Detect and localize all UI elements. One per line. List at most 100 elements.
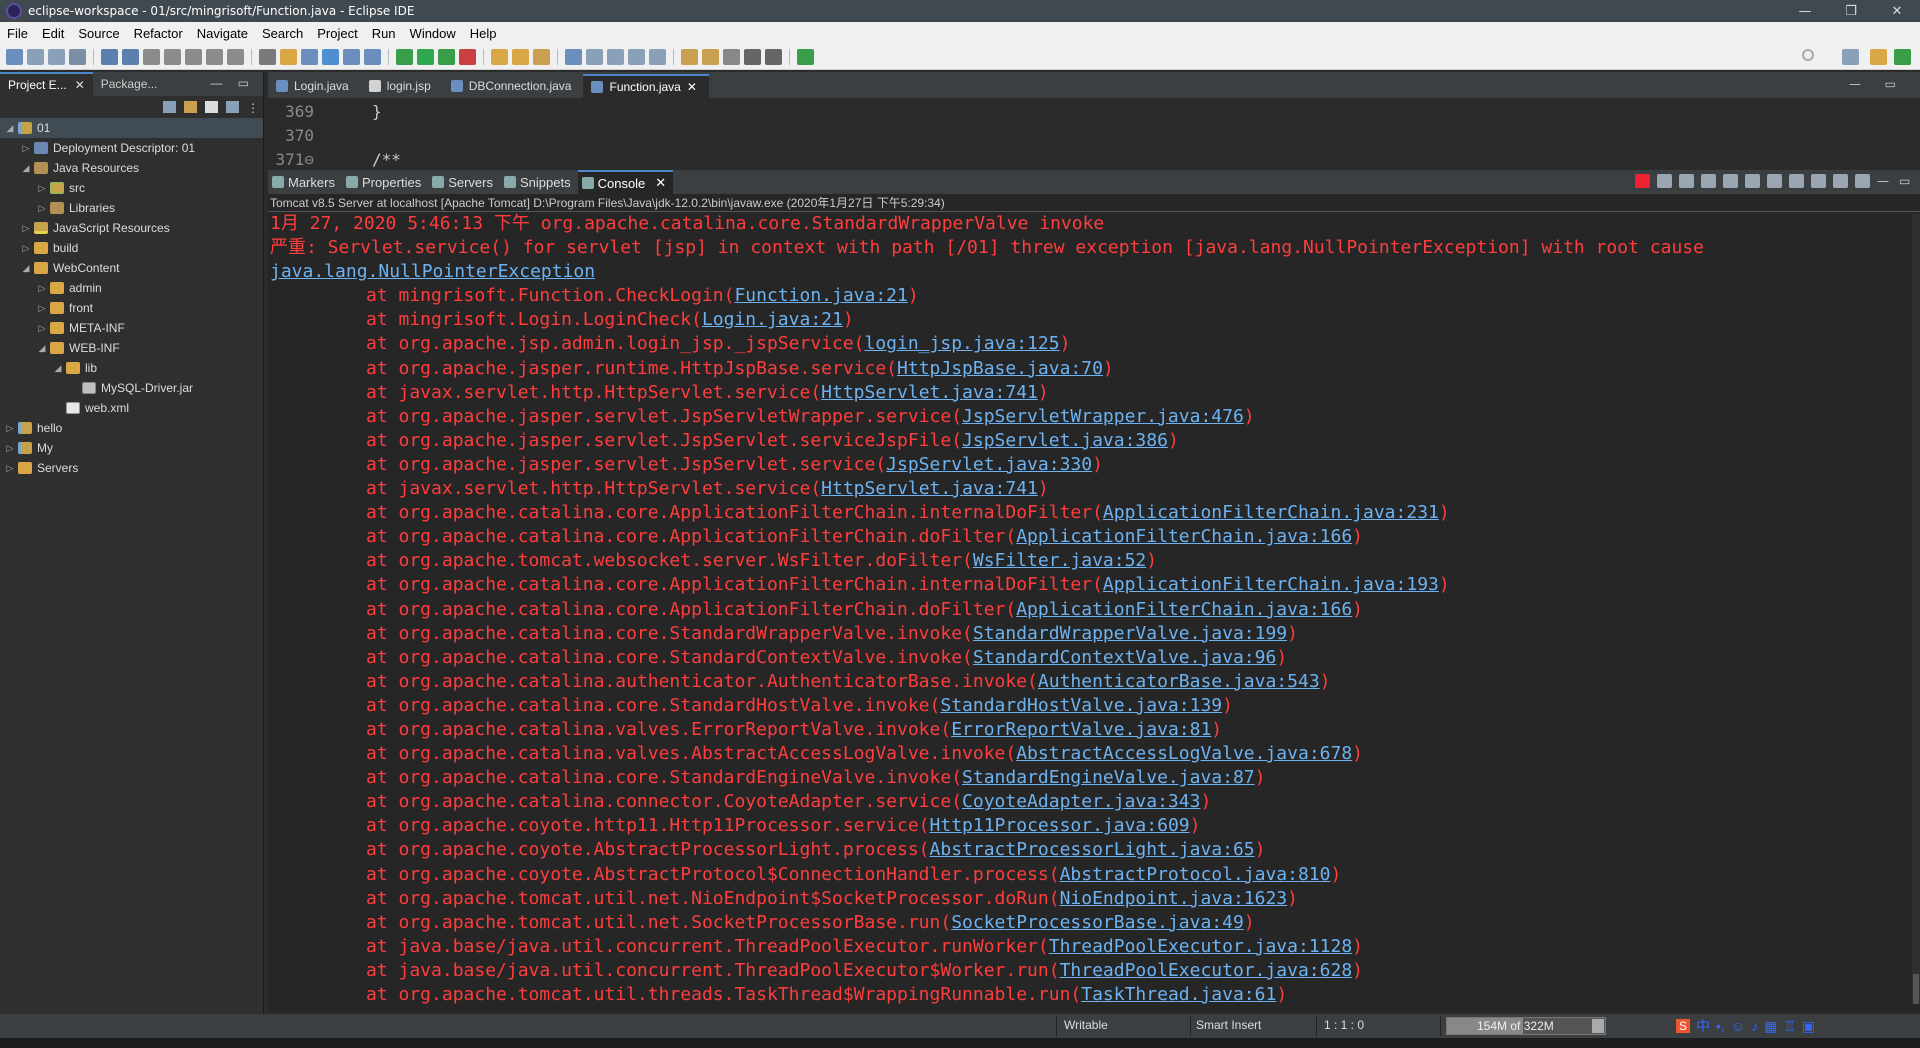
menu-file[interactable]: File (0, 26, 35, 41)
step-over-icon[interactable] (206, 48, 223, 65)
scrollbar-thumb[interactable] (1913, 974, 1919, 1004)
display-console-icon[interactable] (1833, 174, 1848, 188)
tab-package-explorer[interactable]: Package... (93, 72, 166, 96)
ime-mode[interactable]: 中 (1696, 1016, 1710, 1036)
tree-item[interactable]: ▷ hello (0, 418, 263, 438)
collapse-all-icon[interactable] (163, 101, 176, 113)
tree-item[interactable]: ▷ front (0, 298, 263, 318)
menu-project[interactable]: Project (310, 26, 364, 41)
scroll-lock-icon[interactable] (1723, 174, 1738, 188)
previous-annotation-icon[interactable] (702, 48, 719, 65)
console-view-tab[interactable]: Console ✕ (577, 170, 674, 194)
build-icon[interactable] (280, 48, 297, 65)
tree-item[interactable]: ▷ JavaScript Resources (0, 218, 263, 238)
last-edit-icon[interactable] (723, 48, 740, 65)
stack-frame-link[interactable]: WsFilter.java:52 (973, 550, 1146, 571)
stack-frame-link[interactable]: SocketProcessorBase.java:49 (951, 912, 1244, 933)
menu-source[interactable]: Source (71, 26, 126, 41)
stack-frame-link[interactable]: StandardWrapperValve.java:199 (973, 623, 1287, 644)
search-icon[interactable] (1802, 49, 1814, 61)
tree-item[interactable]: ◢ 01 (0, 118, 263, 138)
microphone-icon[interactable]: ♪ (1751, 1018, 1758, 1034)
collapsed-arrow-icon[interactable]: ▷ (4, 443, 16, 454)
close-icon[interactable]: ✕ (75, 78, 85, 92)
expanded-arrow-icon[interactable]: ◢ (4, 123, 16, 134)
tree-item[interactable]: ▷ My (0, 438, 263, 458)
stack-frame-link[interactable]: HttpServlet.java:741 (821, 382, 1038, 403)
editor-tab[interactable]: Function.java ✕ (583, 74, 709, 98)
console-view-tab[interactable]: Servers (428, 170, 500, 194)
tree-item[interactable]: ▷ admin (0, 278, 263, 298)
expanded-arrow-icon[interactable]: ◢ (36, 343, 48, 354)
collapsed-arrow-icon[interactable]: ▷ (36, 303, 48, 314)
console-view-tab[interactable]: Markers (268, 170, 342, 194)
java-ee-perspective-icon[interactable] (1870, 49, 1887, 65)
pin-editor-icon[interactable] (797, 48, 814, 65)
save-icon[interactable] (27, 48, 44, 65)
stack-frame-link[interactable]: StandardEngineValve.java:87 (962, 767, 1255, 788)
stack-frame-link[interactable]: JspServlet.java:330 (886, 454, 1092, 475)
close-icon[interactable]: ✕ (655, 175, 666, 191)
minimize-button[interactable]: — (1782, 0, 1828, 22)
stack-frame-link[interactable]: AbstractProtocol.java:810 (1060, 864, 1331, 885)
tree-item[interactable]: web.xml (0, 398, 263, 418)
collapsed-arrow-icon[interactable]: ▷ (20, 143, 32, 154)
stack-frame-link[interactable]: Http11Processor.java:609 (930, 815, 1190, 836)
tree-item[interactable]: ◢ WEB-INF (0, 338, 263, 358)
stack-frame-link[interactable]: ThreadPoolExecutor.java:628 (1060, 960, 1353, 981)
tree-item[interactable]: ▷ Servers (0, 458, 263, 478)
editor-tab[interactable]: login.jsp (361, 74, 443, 98)
debug-perspective-icon[interactable] (1894, 49, 1911, 65)
toggle-block-icon[interactable] (607, 48, 624, 65)
stack-frame-link[interactable]: TaskThread.java:61 (1081, 984, 1276, 1005)
view-menu-icon[interactable]: ⋮ (247, 101, 259, 115)
stack-frame-link[interactable]: login_jsp.java:125 (865, 333, 1060, 354)
web-browser-icon[interactable] (322, 48, 339, 65)
expanded-arrow-icon[interactable]: ◢ (20, 163, 32, 174)
collapsed-arrow-icon[interactable]: ▷ (4, 463, 16, 474)
server-publish-icon[interactable] (364, 48, 381, 65)
stack-frame-link[interactable]: HttpServlet.java:741 (821, 478, 1038, 499)
stack-frame-link[interactable]: AbstractProcessorLight.java:65 (930, 839, 1255, 860)
remove-launch-icon[interactable] (1657, 174, 1672, 188)
minimize-icon[interactable]: — (1877, 174, 1892, 188)
tab-project-explorer[interactable]: Project E... ✕ (0, 72, 93, 96)
toggle-mark-icon[interactable] (586, 48, 603, 65)
stack-frame-link[interactable]: ApplicationFilterChain.java:231 (1103, 502, 1439, 523)
stack-frame-link[interactable]: ThreadPoolExecutor.java:1128 (1049, 936, 1352, 957)
collapsed-arrow-icon[interactable]: ▷ (36, 283, 48, 294)
collapsed-arrow-icon[interactable]: ▷ (20, 243, 32, 254)
step-return-icon[interactable] (227, 48, 244, 65)
collapsed-arrow-icon[interactable]: ▷ (4, 423, 16, 434)
close-window-button[interactable]: ✕ (1874, 0, 1920, 22)
punctuation-icon[interactable]: •, (1716, 1018, 1725, 1034)
disconnect-icon[interactable] (164, 48, 181, 65)
stack-frame-link[interactable]: AuthenticatorBase.java:543 (1038, 671, 1320, 692)
debug-icon[interactable] (396, 48, 413, 65)
stack-frame-link[interactable]: AbstractAccessLogValve.java:678 (1016, 743, 1352, 764)
tree-item[interactable]: ◢ lib (0, 358, 263, 378)
collapsed-arrow-icon[interactable]: ▷ (20, 223, 32, 234)
keyboard-icon[interactable]: ▦ (1764, 1018, 1777, 1035)
new-wizard-icon[interactable] (343, 48, 360, 65)
stack-frame-link[interactable]: NioEndpoint.java:1623 (1060, 888, 1288, 909)
code-view[interactable]: 369} 370 371⊖/** (268, 98, 1920, 174)
coverage-icon[interactable] (438, 48, 455, 65)
maximize-icon[interactable]: ▭ (1899, 174, 1914, 188)
stack-frame-link[interactable]: CoyoteAdapter.java:343 (962, 791, 1200, 812)
open-type-icon[interactable] (533, 48, 550, 65)
skin-icon[interactable]: ♖ (1783, 1018, 1796, 1035)
restore-button[interactable]: ❐ (1828, 0, 1874, 22)
exception-link[interactable]: java.lang.NullPointerException (270, 261, 595, 282)
show-on-stderr-icon[interactable] (1789, 174, 1804, 188)
next-annotation-icon[interactable] (681, 48, 698, 65)
step-into-icon[interactable] (185, 48, 202, 65)
console-output[interactable]: 1月 27, 2020 5:46:13 下午 org.apache.catali… (268, 212, 1920, 1007)
tree-item[interactable]: ▷ src (0, 178, 263, 198)
terminate-icon[interactable] (1635, 174, 1650, 188)
editor-tab[interactable]: Login.java (268, 74, 361, 98)
tree-item[interactable]: ▷ Deployment Descriptor: 01 (0, 138, 263, 158)
new-java-project-icon[interactable] (491, 48, 508, 65)
terminate-icon[interactable] (69, 48, 86, 65)
stack-frame-link[interactable]: StandardContextValve.java:96 (973, 647, 1276, 668)
